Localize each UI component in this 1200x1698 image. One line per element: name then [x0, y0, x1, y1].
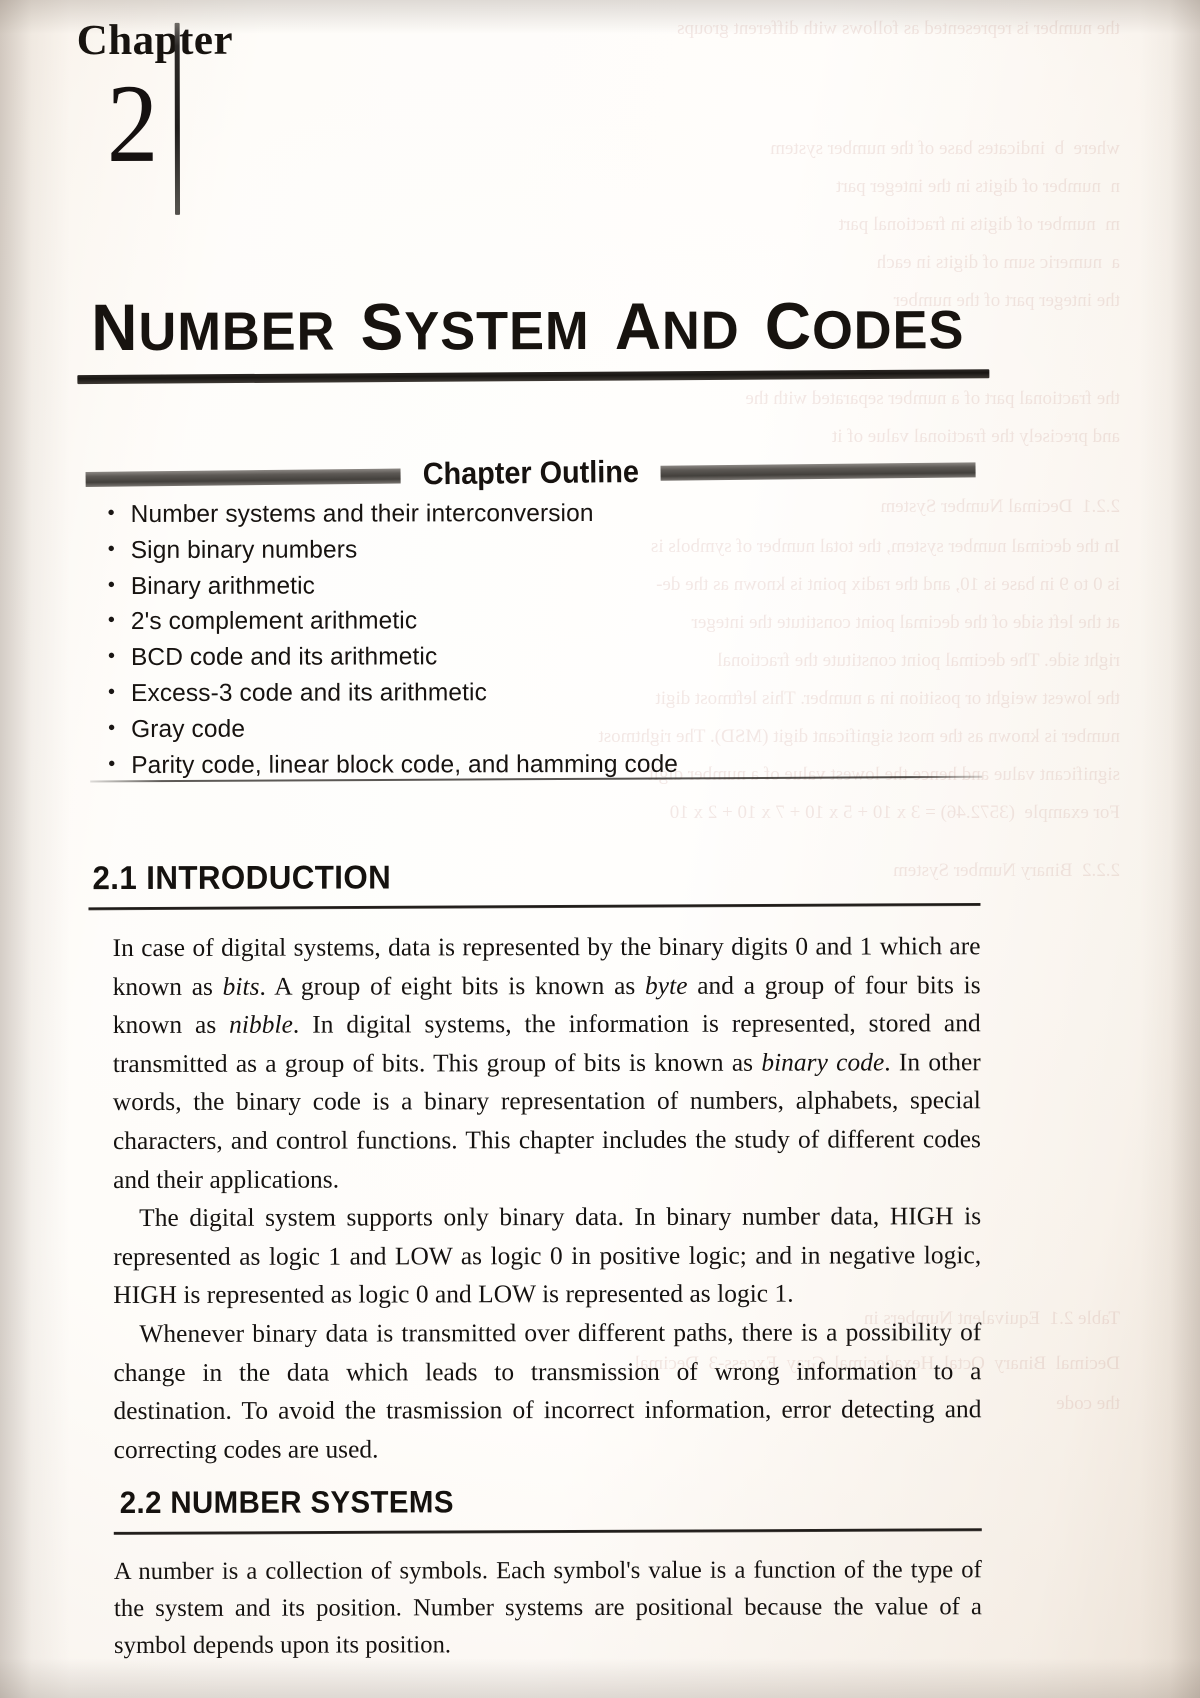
- outline-list-item: Excess-3 code and its arithmetic: [104, 674, 904, 711]
- emphasized-term: binary code: [761, 1048, 885, 1077]
- outline-list-item: Binary arithmetic: [104, 567, 904, 604]
- outline-list-item: Gray code: [104, 710, 904, 747]
- title-word: CODES: [764, 288, 965, 363]
- chapter-divider-rule: [174, 22, 181, 215]
- scanned-textbook-page: the number is represented as follows wit…: [0, 0, 1200, 1698]
- chapter-outline-list: Number systems and their interconversion…: [104, 495, 905, 783]
- section-body-number-systems: A number is a collection of symbols. Eac…: [114, 1551, 982, 1664]
- section-heading-number-systems: 2.2 NUMBER SYSTEMS: [119, 1484, 454, 1521]
- title-word: AND: [614, 288, 740, 363]
- outline-list-item: 2's complement arithmetic: [104, 603, 904, 640]
- title-word: NUMBER: [91, 289, 336, 365]
- chapter-label: Chapter: [76, 16, 234, 65]
- banner-bar-right: [660, 462, 976, 481]
- section-rule-number-systems: [113, 1528, 982, 1535]
- section-heading-introduction: 2.1 INTRODUCTION: [92, 858, 392, 897]
- chapter-outline-label: Chapter Outline: [422, 453, 639, 492]
- section-rule-introduction: [88, 902, 981, 911]
- body-paragraph: In case of digital systems, data is repr…: [113, 927, 982, 1199]
- title-underline-rule: [77, 369, 990, 385]
- chapter-marker: Chapter 2: [71, 16, 301, 234]
- outline-list-item: Number systems and their interconversion: [104, 495, 904, 532]
- page-title: NUMBER SYSTEM AND CODES: [91, 287, 1042, 365]
- body-paragraph: Whenever binary data is transmitted over…: [113, 1313, 981, 1469]
- body-paragraph: The digital system supports only binary …: [113, 1197, 981, 1315]
- body-paragraph: A number is a collection of symbols. Eac…: [114, 1551, 982, 1664]
- chapter-number: 2: [106, 61, 159, 187]
- banner-bar-left: [85, 468, 401, 487]
- page-content: Chapter 2 NUMBER SYSTEM AND CODES Chapter O…: [0, 0, 1200, 1698]
- body-text-run: A number is a collection of symbols. Eac…: [113, 1556, 982, 1660]
- body-text-run: Whenever binary data is transmitted over…: [113, 1318, 982, 1464]
- emphasized-term: bits: [222, 972, 260, 1001]
- title-word: SYSTEM: [360, 289, 590, 364]
- chapter-outline-banner: Chapter Outline: [85, 450, 976, 496]
- emphasized-term: byte: [644, 971, 688, 1000]
- outline-list-item: Sign binary numbers: [104, 531, 904, 568]
- emphasized-term: nibble: [229, 1010, 293, 1039]
- section-body-introduction: In case of digital systems, data is repr…: [113, 927, 982, 1469]
- body-text-run: . A group of eight bits is known as: [259, 971, 646, 1001]
- body-text-run: The digital system supports only binary …: [113, 1202, 982, 1310]
- outline-list-item: BCD code and its arithmetic: [104, 639, 904, 676]
